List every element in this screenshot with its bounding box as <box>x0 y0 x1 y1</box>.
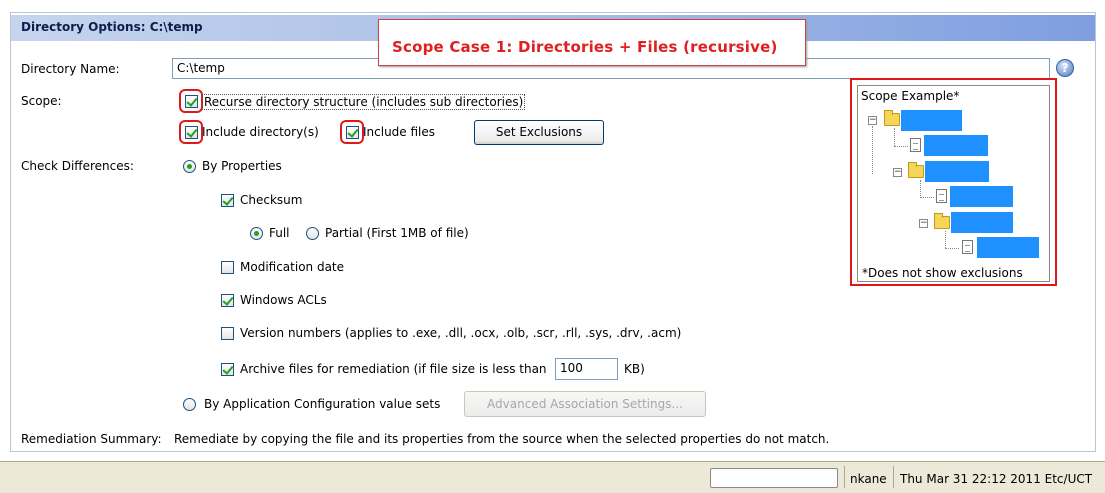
scope-example-title: Scope Example* <box>861 89 960 103</box>
tree-bar <box>950 186 1013 207</box>
include-directories-highlight <box>179 120 203 144</box>
recurse-highlight <box>179 89 203 113</box>
folder-icon <box>934 213 950 229</box>
checksum-label: Checksum <box>240 193 303 207</box>
modification-date-checkbox[interactable] <box>221 261 234 274</box>
scope-case-callout-text: Scope Case 1: Directories + Files (recur… <box>392 38 778 56</box>
file-icon <box>936 189 947 203</box>
version-numbers-checkbox[interactable] <box>221 327 234 340</box>
tree-bar <box>924 135 988 156</box>
folder-icon <box>884 110 900 126</box>
file-icon <box>910 138 921 152</box>
check-differences-label: Check Differences: <box>21 159 134 173</box>
tree-bar <box>925 161 989 182</box>
partial-radio[interactable] <box>306 227 319 240</box>
archive-size-input[interactable]: 100 <box>555 358 618 380</box>
expander-icon: − <box>919 218 928 228</box>
status-user: nkane <box>850 472 887 486</box>
folder-icon <box>908 162 924 178</box>
expander-icon: − <box>893 167 902 177</box>
checksum-checkbox[interactable] <box>221 194 234 207</box>
partial-label: Partial (First 1MB of file) <box>325 226 469 240</box>
tree-bar <box>901 110 962 131</box>
directory-name-value: C:\temp <box>177 61 225 75</box>
tree-bar <box>951 212 1013 233</box>
advanced-association-settings-button[interactable]: Advanced Association Settings... <box>464 391 706 417</box>
status-datetime: Thu Mar 31 22:12 2011 Etc/UCT <box>900 472 1093 486</box>
windows-acls-label: Windows ACLs <box>240 293 327 307</box>
scope-label: Scope: <box>21 94 62 108</box>
recurse-label: Recurse directory structure (includes su… <box>202 94 526 110</box>
file-icon <box>962 240 973 254</box>
version-numbers-label: Version numbers (applies to .exe, .dll, … <box>240 326 682 340</box>
directory-name-label: Directory Name: <box>21 62 120 76</box>
by-app-config-radio[interactable] <box>183 398 196 411</box>
archive-unit-label: KB) <box>624 362 645 376</box>
windows-acls-checkbox[interactable] <box>221 294 234 307</box>
status-progress-field <box>710 468 838 488</box>
expander-icon: − <box>868 115 877 125</box>
panel-title: Directory Options: C:\temp <box>21 20 203 34</box>
set-exclusions-button[interactable]: Set Exclusions <box>474 120 604 145</box>
include-directories-label: Include directory(s) <box>202 125 319 139</box>
archive-files-label: Archive files for remediation (if file s… <box>240 362 547 376</box>
by-properties-label: By Properties <box>202 159 282 173</box>
archive-files-checkbox[interactable] <box>221 363 234 376</box>
tree-bar <box>977 237 1039 258</box>
help-icon[interactable]: ? <box>1056 59 1074 77</box>
archive-size-value: 100 <box>560 361 583 375</box>
by-app-config-label: By Application Configuration value sets <box>204 397 441 411</box>
include-files-label: Include files <box>363 125 436 139</box>
by-properties-radio[interactable] <box>183 160 196 173</box>
include-files-highlight <box>340 120 364 144</box>
remediation-summary-label: Remediation Summary: <box>21 432 162 446</box>
scope-example-footnote: *Does not show exclusions <box>862 266 1023 280</box>
remediation-summary-text: Remediate by copying the file and its pr… <box>174 432 830 446</box>
modification-date-label: Modification date <box>240 260 345 274</box>
full-radio[interactable] <box>250 227 263 240</box>
full-label: Full <box>269 226 290 240</box>
